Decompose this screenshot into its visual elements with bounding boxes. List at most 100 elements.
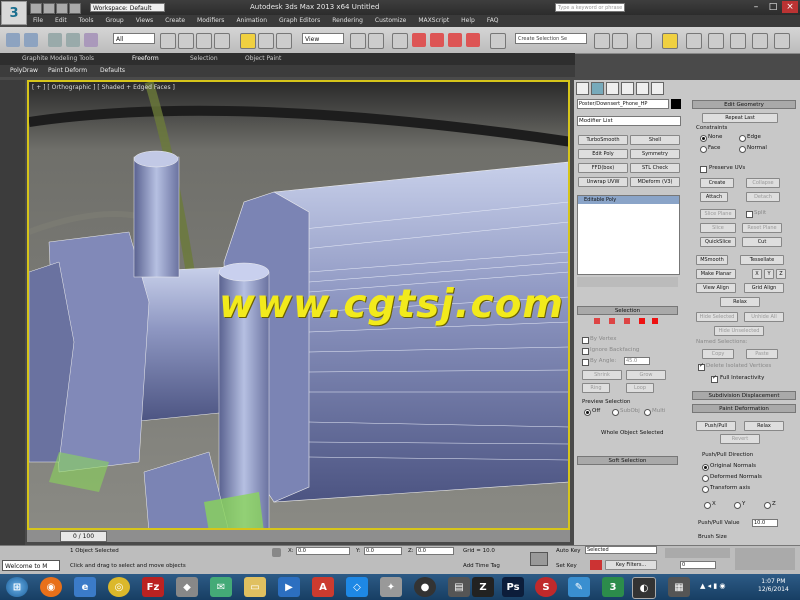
curve-editor-icon[interactable] bbox=[686, 33, 702, 49]
by-vertex-checkbox[interactable] bbox=[582, 337, 589, 344]
scale-icon[interactable] bbox=[276, 33, 292, 49]
x-coord-field[interactable]: 0.0 bbox=[296, 547, 350, 555]
constraint-face-radio[interactable] bbox=[700, 146, 707, 153]
paint-relax-button[interactable]: Relax bbox=[744, 421, 784, 431]
axis-z-radio[interactable] bbox=[764, 502, 771, 509]
angle-spinner[interactable]: 45.0 bbox=[624, 357, 650, 365]
menu-customize[interactable]: Customize bbox=[369, 15, 413, 27]
revert-button[interactable]: Revert bbox=[720, 434, 760, 444]
edge-mode-icon[interactable] bbox=[609, 318, 615, 324]
named-selection-dropdown[interactable]: Create Selection Se bbox=[515, 33, 587, 44]
menu-help[interactable]: Help bbox=[455, 15, 481, 27]
menu-edit[interactable]: Edit bbox=[49, 15, 73, 27]
close-button[interactable]: × bbox=[782, 1, 798, 13]
z-coord-field[interactable]: 0.0 bbox=[416, 547, 454, 555]
unhide-all-button[interactable]: Unhide All bbox=[744, 312, 784, 322]
reference-coordinate-dropdown[interactable]: View bbox=[302, 33, 344, 44]
paint-icon[interactable]: ✎ bbox=[568, 577, 590, 597]
planar-y-button[interactable]: Y bbox=[764, 269, 774, 279]
viewport-label[interactable]: [ + ] [ Orthographic ] [ Shaded + Edged … bbox=[32, 84, 175, 91]
delete-isolated-checkbox[interactable] bbox=[698, 362, 705, 371]
app-logo-icon[interactable]: 3 bbox=[1, 1, 27, 25]
menu-animation[interactable]: Animation bbox=[230, 15, 273, 27]
by-angle-checkbox[interactable] bbox=[582, 359, 589, 366]
preserve-uvs-checkbox[interactable] bbox=[700, 166, 707, 173]
detach-button[interactable]: Detach bbox=[746, 192, 780, 202]
start-button-icon[interactable]: ⊞ bbox=[6, 577, 28, 597]
shell-button[interactable]: Shell bbox=[630, 135, 680, 145]
taskbar-clock[interactable]: 1:07 PM 12/6/2014 bbox=[758, 578, 789, 594]
push-pull-value-spinner[interactable]: 10.0 bbox=[752, 519, 778, 527]
tool-icon[interactable]: ✦ bbox=[380, 577, 402, 597]
copy-button[interactable]: Copy bbox=[702, 349, 734, 359]
cut-button[interactable]: Cut bbox=[742, 237, 782, 247]
schematic-view-icon[interactable] bbox=[708, 33, 724, 49]
unlink-icon[interactable] bbox=[66, 33, 80, 47]
display-tab-icon[interactable] bbox=[636, 82, 649, 95]
playback-controls[interactable] bbox=[665, 548, 730, 558]
key-icon[interactable] bbox=[530, 552, 548, 566]
system-tray-icons[interactable]: ▲ ◂ ▮ ◉ bbox=[700, 582, 750, 592]
menu-views[interactable]: Views bbox=[130, 15, 159, 27]
rect-selection-icon[interactable] bbox=[196, 33, 212, 49]
mdeform-button[interactable]: MDeform (V3) bbox=[630, 177, 680, 187]
pivot-center-icon[interactable] bbox=[350, 33, 366, 49]
menu-graph-editors[interactable]: Graph Editors bbox=[273, 15, 326, 27]
paint-deformation-header[interactable]: Paint Deformation bbox=[692, 404, 796, 413]
tab-selection[interactable]: Selection bbox=[190, 53, 218, 65]
grid-align-button[interactable]: Grid Align bbox=[744, 283, 784, 293]
select-object-icon[interactable] bbox=[160, 33, 176, 49]
full-interactivity-checkbox[interactable] bbox=[711, 374, 718, 383]
document-icon[interactable]: ▤ bbox=[448, 577, 470, 597]
selection-filter-dropdown[interactable]: All bbox=[113, 33, 155, 44]
media-icon[interactable]: ▶ bbox=[278, 577, 300, 597]
lock-selection-icon[interactable] bbox=[272, 548, 281, 557]
vertex-mode-icon[interactable] bbox=[594, 318, 600, 324]
explorer-icon[interactable]: ▦ bbox=[668, 577, 690, 597]
tessellate-button[interactable]: Tessellate bbox=[740, 255, 784, 265]
angle-snap-icon[interactable] bbox=[430, 33, 444, 47]
split-checkbox[interactable] bbox=[746, 211, 753, 218]
select-by-name-icon[interactable] bbox=[178, 33, 194, 49]
relax-button[interactable]: Relax bbox=[720, 297, 760, 307]
ie-icon[interactable]: e bbox=[74, 577, 96, 597]
menu-faq[interactable]: FAQ bbox=[481, 15, 505, 27]
undo-icon[interactable] bbox=[69, 3, 81, 14]
undo-arrow-icon[interactable] bbox=[6, 33, 20, 47]
create-button[interactable]: Create bbox=[700, 178, 734, 188]
shrink-button[interactable]: Shrink bbox=[582, 370, 622, 380]
hierarchy-tab-icon[interactable] bbox=[606, 82, 619, 95]
mail-icon[interactable]: ✉ bbox=[210, 577, 232, 597]
msmooth-button[interactable]: MSmooth bbox=[696, 255, 728, 265]
edit-poly-button[interactable]: Edit Poly bbox=[578, 149, 628, 159]
firefox-icon[interactable]: ◉ bbox=[40, 577, 62, 597]
set-key-icon[interactable] bbox=[590, 560, 602, 570]
rotate-icon[interactable] bbox=[258, 33, 274, 49]
dropbox-icon[interactable]: ◇ bbox=[346, 577, 368, 597]
border-mode-icon[interactable] bbox=[624, 318, 630, 324]
hide-selected-button[interactable]: Hide Selected bbox=[696, 312, 738, 322]
soft-selection-rollout-header[interactable]: Soft Selection bbox=[577, 456, 678, 465]
loop-button[interactable]: Loop bbox=[626, 383, 654, 393]
spinner-snap-icon[interactable] bbox=[466, 33, 480, 47]
percent-snap-icon[interactable] bbox=[448, 33, 462, 47]
menu-group[interactable]: Group bbox=[99, 15, 129, 27]
photoshop-icon[interactable]: Ps bbox=[502, 577, 524, 597]
edit-geometry-rollout-header[interactable]: Edit Geometry bbox=[692, 100, 796, 109]
modifier-list-dropdown[interactable]: Modifier List bbox=[577, 116, 681, 126]
auto-key-button[interactable]: Auto Key bbox=[556, 548, 581, 554]
constraint-normal-radio[interactable] bbox=[739, 146, 746, 153]
modifier-stack-list[interactable]: Editable Poly bbox=[577, 195, 680, 275]
max-taskbar-icon[interactable]: 3 bbox=[602, 577, 624, 597]
stack-item-editable-poly[interactable]: Editable Poly bbox=[578, 196, 679, 204]
ffd-box-button[interactable]: FFD(box) bbox=[578, 163, 628, 173]
window-crossing-icon[interactable] bbox=[214, 33, 230, 49]
screen-recorder-icon[interactable]: S bbox=[535, 577, 557, 597]
viewport-navigation-controls[interactable] bbox=[735, 548, 795, 570]
menu-tools[interactable]: Tools bbox=[73, 15, 100, 27]
collapse-button[interactable]: Collapse bbox=[746, 178, 780, 188]
bind-space-warp-icon[interactable] bbox=[84, 33, 98, 47]
constraint-none-radio[interactable] bbox=[700, 135, 707, 142]
minimize-button[interactable]: – bbox=[748, 1, 764, 13]
graphite-toggle-icon[interactable] bbox=[662, 33, 678, 49]
